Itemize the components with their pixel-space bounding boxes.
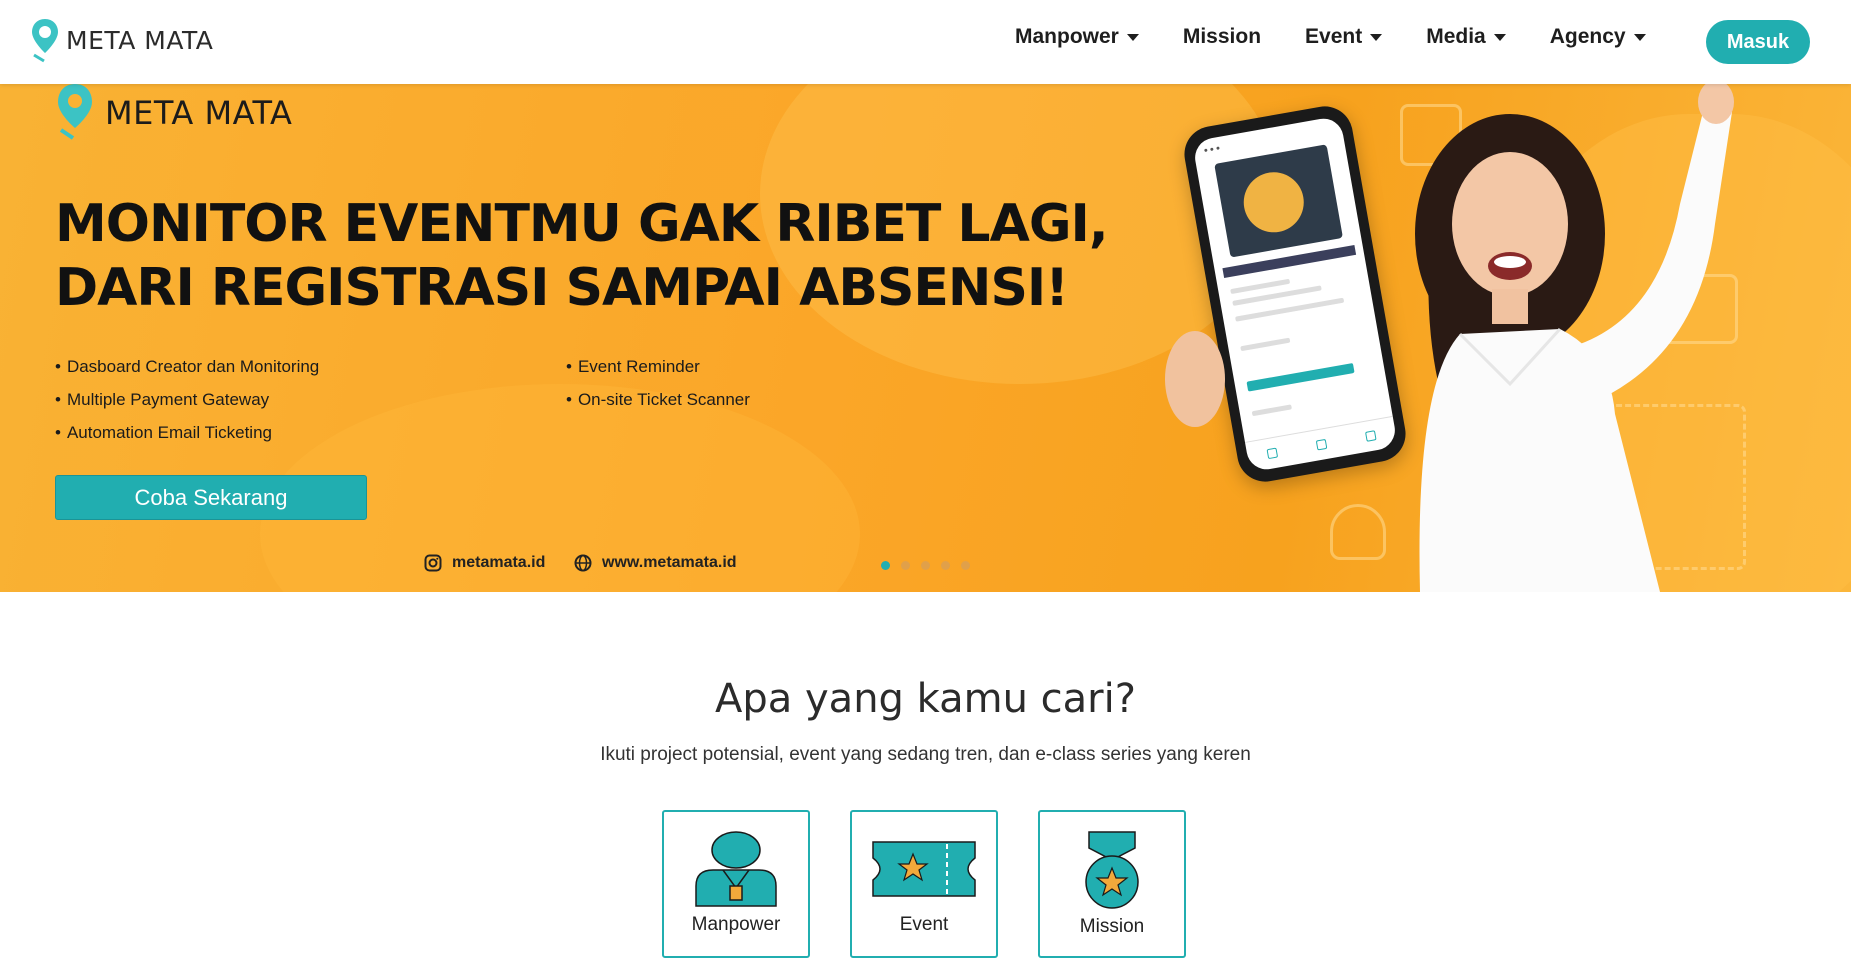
- medal-icon: [1085, 831, 1139, 909]
- feature-item: On-site Ticket Scanner: [566, 383, 750, 416]
- brand-logo[interactable]: META MATA: [30, 17, 213, 63]
- category-cards: Manpower Event Mission: [662, 810, 1186, 958]
- phone-line: [1240, 337, 1291, 352]
- card-label-event: Event: [899, 914, 949, 935]
- carousel-dot-3[interactable]: [921, 561, 930, 570]
- woman-photo-image: [1415, 84, 1734, 592]
- span: [1266, 447, 1279, 460]
- card-mission[interactable]: Mission: [1038, 810, 1186, 958]
- carousel-dot-4[interactable]: [941, 561, 950, 570]
- phone-event-banner: [1214, 144, 1343, 258]
- hero-carousel[interactable]: META MATA MONITOR EVENTMU GAK RIBET LAGI…: [0, 84, 1851, 592]
- website-url: www.metamata.id: [574, 554, 737, 572]
- top-navbar: META MATA Manpower Mission Event Media A…: [0, 0, 1851, 84]
- card-label-manpower: Manpower: [691, 914, 781, 935]
- feature-item: Dasboard Creator dan Monitoring: [55, 350, 319, 383]
- feature-item: Multiple Payment Gateway: [55, 383, 319, 416]
- nav-event[interactable]: Event: [1305, 25, 1383, 49]
- nav-mission-label: Mission: [1182, 25, 1262, 48]
- card-event[interactable]: Event: [850, 810, 998, 958]
- carousel-dot-1[interactable]: [881, 561, 890, 570]
- carousel-indicators: [881, 561, 970, 570]
- caret-down-icon: [1126, 33, 1139, 41]
- nav-mission[interactable]: Mission: [1183, 25, 1261, 49]
- instagram-handle: metamata.id: [424, 554, 545, 572]
- phone-line: [1251, 404, 1292, 417]
- map-pin-logo-icon: [32, 19, 58, 63]
- feature-list-left: Dasboard Creator dan Monitoring Multiple…: [55, 350, 319, 449]
- nav-media[interactable]: Media: [1426, 25, 1506, 49]
- person-icon: [695, 831, 777, 907]
- hero-headline: MONITOR EVENTMU GAK RIBET LAGI, DARI REG…: [55, 192, 1109, 320]
- instagram-icon: [424, 554, 442, 572]
- headline-line-1: MONITOR EVENTMU GAK RIBET LAGI,: [55, 194, 1109, 254]
- card-manpower[interactable]: Manpower: [662, 810, 810, 958]
- feature-item: Automation Email Ticketing: [55, 416, 319, 449]
- caret-down-icon: [1493, 33, 1506, 41]
- nav-event-label: Event: [1305, 25, 1363, 48]
- instagram-text: metamata.id: [452, 554, 546, 571]
- login-button[interactable]: Masuk: [1706, 20, 1810, 64]
- nav-manpower-label: Manpower: [1015, 25, 1119, 48]
- nav-manpower[interactable]: Manpower: [1015, 25, 1139, 49]
- try-now-button[interactable]: Coba Sekarang: [55, 475, 367, 520]
- span: [1315, 438, 1328, 451]
- hero-brand-name: META MATA: [105, 94, 293, 132]
- website-text: www.metamata.id: [602, 554, 737, 571]
- caret-down-icon: [1370, 33, 1383, 41]
- main-menu: Manpower Mission Event Media Agency: [1015, 25, 1690, 49]
- section-title: Apa yang kamu cari?: [715, 676, 1136, 722]
- ticket-icon: [872, 841, 976, 897]
- card-label-mission: Mission: [1079, 916, 1145, 937]
- map-pin-logo-icon: [58, 84, 92, 140]
- hand-image: [1165, 331, 1225, 427]
- nav-media-label: Media: [1426, 25, 1486, 48]
- nav-agency[interactable]: Agency: [1550, 25, 1646, 49]
- phone-cta: [1246, 363, 1355, 392]
- caret-down-icon: [1633, 33, 1646, 41]
- carousel-dot-2[interactable]: [901, 561, 910, 570]
- nav-agency-label: Agency: [1549, 25, 1626, 48]
- section-subtitle: Ikuti project potensial, event yang seda…: [600, 744, 1251, 765]
- feature-list-right: Event Reminder On-site Ticket Scanner: [566, 350, 750, 416]
- feature-item: Event Reminder: [566, 350, 750, 383]
- brand-name: META MATA: [66, 25, 214, 55]
- headline-line-2: DARI REGISTRASI SAMPAI ABSENSI!: [55, 258, 1069, 318]
- carousel-dot-5[interactable]: [961, 561, 970, 570]
- globe-icon: [574, 554, 592, 572]
- hero-brand-logo: META MATA: [55, 84, 292, 142]
